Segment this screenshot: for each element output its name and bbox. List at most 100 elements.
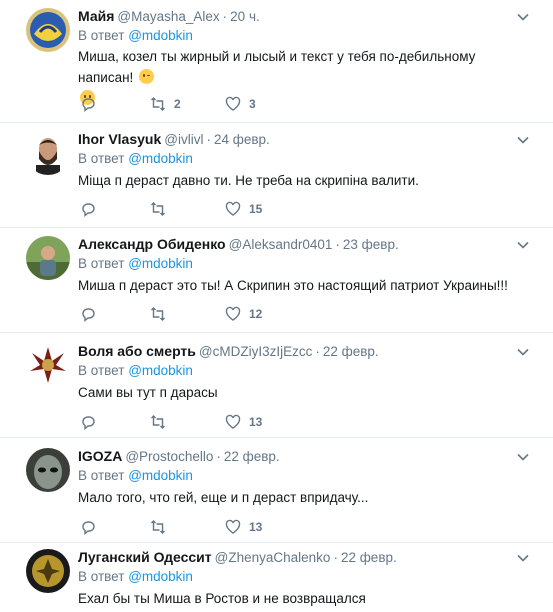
avatar[interactable] (26, 549, 70, 593)
timestamp[interactable]: 22 февр. (341, 550, 397, 565)
tweet-actions: 15 (80, 200, 340, 218)
like-button[interactable]: 3 (225, 95, 256, 113)
tweet[interactable]: Александр Обиденко @Aleksandr0401 · 23 февр… (0, 228, 553, 333)
reply-context: В ответ @mdobkin (78, 28, 193, 43)
reply-context: В ответ @mdobkin (78, 569, 193, 584)
tweet-header: Майя @Mayasha_Alex · 20 ч. (78, 8, 260, 24)
like-count: 13 (249, 520, 263, 534)
retweet-count: 2 (174, 97, 181, 111)
reply-context: В ответ @mdobkin (78, 256, 193, 271)
reply-button[interactable] (80, 518, 96, 536)
tweet-header: Ihor Vlasyuk @ivlivl · 24 февр. (78, 131, 270, 147)
timestamp[interactable]: 22 февр. (323, 344, 379, 359)
retweet-icon (151, 202, 165, 216)
tweet[interactable]: Ihor Vlasyuk @ivlivl · 24 февр. В ответ @md… (0, 123, 553, 228)
reply-context: В ответ @mdobkin (78, 468, 193, 483)
avatar[interactable] (26, 343, 70, 387)
username[interactable]: @Mayasha_Alex (117, 9, 219, 24)
chevron-down-icon[interactable] (516, 345, 530, 359)
like-count: 3 (249, 97, 256, 111)
username[interactable]: @ZhenyaChalenko (215, 550, 331, 565)
like-count: 13 (249, 415, 263, 429)
tweet-header: Воля або смерть @cMDZiyI3zIjEzcc · 22 февр. (78, 343, 379, 359)
retweet-icon (151, 307, 165, 321)
reply-thread: Майя @Mayasha_Alex · 20 ч. В ответ @mdobkin… (0, 0, 553, 612)
heart-icon (225, 414, 241, 429)
like-button[interactable]: 13 (225, 413, 262, 431)
retweet-button[interactable] (150, 413, 174, 431)
heart-icon (225, 306, 241, 321)
timestamp[interactable]: 20 ч. (230, 9, 260, 24)
reply-button[interactable] (80, 305, 96, 323)
timestamp[interactable]: 24 февр. (214, 132, 270, 147)
retweet-button[interactable]: 2 (150, 95, 181, 113)
chevron-down-icon[interactable] (516, 133, 530, 147)
tweet[interactable]: Майя @Mayasha_Alex · 20 ч. В ответ @mdobkin… (0, 0, 553, 123)
retweet-button[interactable] (150, 200, 174, 218)
tweet-header: IGOZA @Prostochello · 22 февр. (78, 448, 280, 464)
username[interactable]: @Aleksandr0401 (229, 237, 333, 252)
username[interactable]: @Prostochello (125, 449, 213, 464)
tweet[interactable]: Воля або смерть @cMDZiyI3zIjEzcc · 22 февр.… (0, 333, 553, 438)
chevron-down-icon[interactable] (516, 450, 530, 464)
avatar[interactable] (26, 8, 70, 52)
reply-icon (82, 308, 95, 322)
reply-icon (82, 98, 95, 112)
tweet-actions: 13 (80, 413, 340, 431)
reply-context: В ответ @mdobkin (78, 363, 193, 378)
tweet-header: Александр Обиденко @Aleksandr0401 · 23 февр… (78, 236, 399, 252)
mention-link[interactable]: @mdobkin (128, 28, 193, 43)
like-button[interactable]: 13 (225, 518, 262, 536)
like-button[interactable]: 15 (225, 200, 262, 218)
tweet-actions: 13 (80, 518, 340, 536)
reply-context: В ответ @mdobkin (78, 151, 193, 166)
chevron-down-icon[interactable] (516, 238, 530, 252)
tweet-actions: 2 3 (80, 95, 340, 113)
username[interactable]: @ivlivl (164, 132, 203, 147)
mention-link[interactable]: @mdobkin (128, 468, 193, 483)
display-name[interactable]: Ihor Vlasyuk (78, 131, 161, 147)
tweet-header: Луганский Одессит @ZhenyaChalenko · 22 февр… (78, 549, 397, 565)
reply-icon (82, 203, 95, 217)
avatar[interactable] (26, 448, 70, 492)
display-name[interactable]: IGOZA (78, 448, 122, 464)
avatar[interactable] (26, 236, 70, 280)
display-name[interactable]: Луганский Одессит (78, 549, 212, 565)
like-button[interactable]: 12 (225, 305, 262, 323)
tweet-text: Ехал бы ты Миша в Ростов и не возвращалс… (78, 591, 366, 606)
retweet-button[interactable] (150, 305, 174, 323)
like-count: 12 (249, 307, 263, 321)
tweet-actions: 12 (80, 305, 340, 323)
avatar[interactable] (26, 131, 70, 175)
reply-button[interactable] (80, 200, 96, 218)
timestamp[interactable]: 23 февр. (343, 237, 399, 252)
reply-button[interactable] (80, 413, 96, 431)
tweet-text: Сами вы тут п дарасы (78, 385, 218, 400)
display-name[interactable]: Майя (78, 8, 114, 24)
tweet[interactable]: Луганский Одессит @ZhenyaChalenko · 22 февр… (0, 543, 553, 612)
winking-face-emoji (139, 69, 155, 84)
retweet-icon (151, 415, 165, 429)
heart-icon (225, 96, 241, 111)
chevron-down-icon[interactable] (516, 10, 530, 24)
retweet-icon (151, 97, 165, 111)
mention-link[interactable]: @mdobkin (128, 151, 193, 166)
retweet-icon (151, 520, 165, 534)
display-name[interactable]: Александр Обиденко (78, 236, 226, 252)
mention-link[interactable]: @mdobkin (128, 569, 193, 584)
mention-link[interactable]: @mdobkin (128, 363, 193, 378)
tweet[interactable]: IGOZA @Prostochello · 22 февр. В ответ @mdo… (0, 438, 553, 543)
username[interactable]: @cMDZiyI3zIjEzcc (199, 344, 312, 359)
like-count: 15 (249, 202, 263, 216)
reply-icon (82, 521, 95, 535)
chevron-down-icon[interactable] (516, 551, 530, 565)
retweet-button[interactable] (150, 518, 174, 536)
timestamp[interactable]: 22 февр. (224, 449, 280, 464)
heart-icon (225, 201, 241, 216)
tweet-text: Миша п дераст это ты! А Скрипин это наст… (78, 278, 508, 293)
heart-icon (225, 519, 241, 534)
display-name[interactable]: Воля або смерть (78, 343, 196, 359)
reply-button[interactable] (80, 95, 96, 113)
tweet-text: Мало того, что гей, еще и п дераст вприд… (78, 490, 369, 505)
mention-link[interactable]: @mdobkin (128, 256, 193, 271)
